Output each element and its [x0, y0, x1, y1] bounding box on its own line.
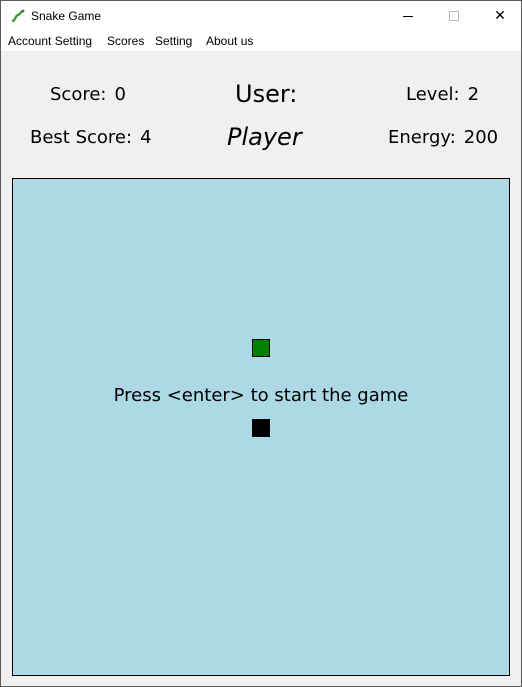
- title-bar[interactable]: Snake Game ✕: [1, 1, 521, 31]
- maximize-button[interactable]: [431, 1, 477, 31]
- level-display: Level: 2: [406, 84, 479, 105]
- score-label: Score:: [50, 84, 107, 105]
- menu-setting[interactable]: Setting: [155, 34, 192, 48]
- snake-head: [252, 419, 270, 437]
- menu-bar: Account Setting Scores Setting About us: [1, 31, 521, 51]
- menu-account-setting[interactable]: Account Setting: [8, 34, 92, 48]
- energy-value: 200: [463, 127, 499, 148]
- energy-label: Energy:: [388, 127, 456, 148]
- snake-icon: [11, 9, 25, 23]
- maximize-icon: [449, 11, 459, 21]
- menu-about-us[interactable]: About us: [206, 34, 253, 48]
- user-label: User:: [235, 80, 298, 108]
- best-score-value: 4: [140, 127, 152, 148]
- score-value: 0: [114, 84, 126, 105]
- close-icon: ✕: [494, 8, 506, 24]
- close-button[interactable]: ✕: [477, 1, 522, 31]
- energy-display: Energy: 200: [388, 127, 498, 148]
- best-score-display: Best Score: 4: [30, 127, 152, 148]
- menu-scores[interactable]: Scores: [107, 34, 144, 48]
- level-label: Level:: [406, 84, 460, 105]
- start-message: Press <enter> to start the game: [113, 385, 409, 406]
- minimize-icon: [403, 15, 413, 17]
- minimize-button[interactable]: [385, 1, 431, 31]
- food-block: [252, 339, 270, 357]
- best-score-label: Best Score:: [30, 127, 133, 148]
- window-title: Snake Game: [31, 9, 102, 23]
- score-display: Score: 0: [50, 84, 126, 105]
- game-window: Snake Game ✕ Account Setting Scores Sett…: [0, 0, 522, 687]
- game-canvas[interactable]: Press <enter> to start the game: [12, 178, 510, 676]
- player-name: Player: [227, 123, 302, 151]
- level-value: 2: [467, 84, 480, 105]
